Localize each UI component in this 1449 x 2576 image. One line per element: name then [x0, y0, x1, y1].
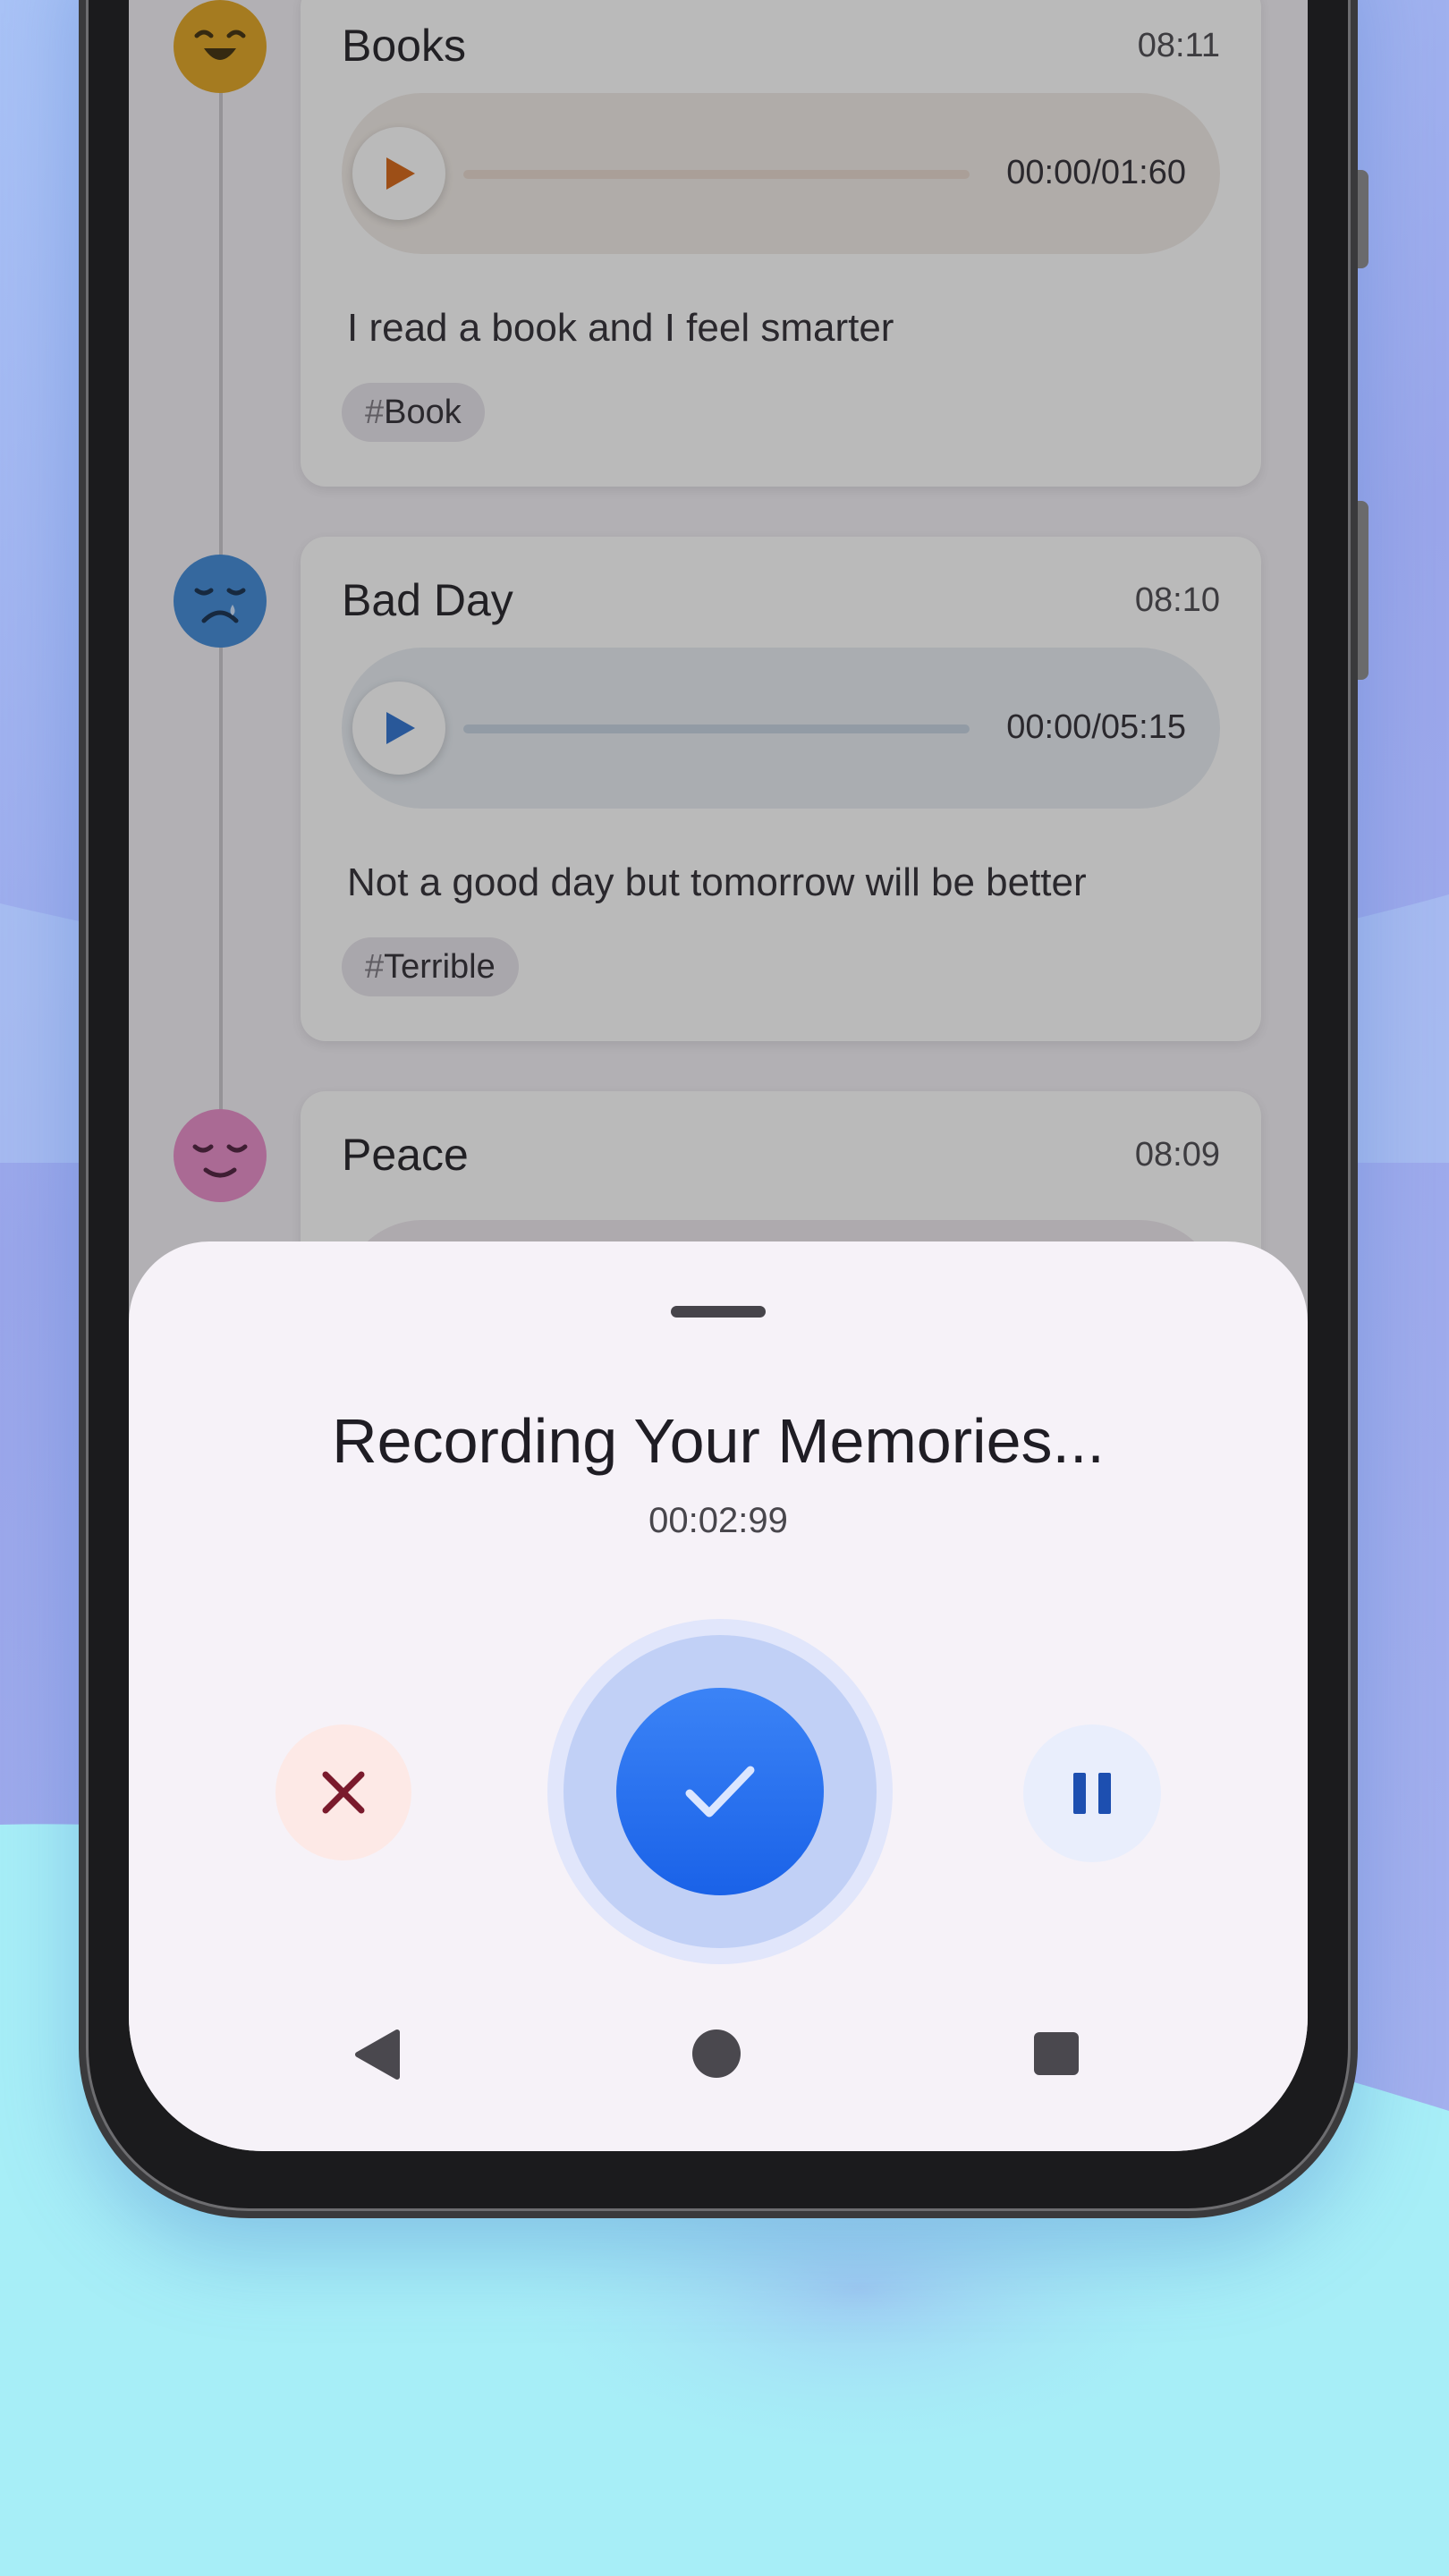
phone-side-button — [1358, 501, 1368, 680]
phone-side-button — [1358, 170, 1368, 268]
finish-recording-button[interactable] — [616, 1688, 824, 1895]
cancel-recording-button[interactable] — [275, 1724, 411, 1860]
recording-title: Recording Your Memories... — [332, 1406, 1105, 1476]
close-icon — [322, 1771, 365, 1814]
sheet-drag-handle[interactable] — [671, 1306, 766, 1318]
recording-bottom-sheet: Recording Your Memories... 00:02:99 — [129, 1241, 1308, 2151]
phone-screen: Books 08:11 00:00/01:60 I read a book an… — [129, 0, 1308, 2151]
recording-timer: 00:02:99 — [648, 1501, 788, 1540]
system-navigation-bar — [129, 2029, 1308, 2118]
pause-recording-button[interactable] — [1023, 1724, 1161, 1862]
back-triangle-icon[interactable] — [352, 2029, 401, 2080]
pause-icon — [1073, 1773, 1111, 1814]
checkmark-icon — [685, 1766, 755, 1818]
recents-square-icon[interactable] — [1034, 2032, 1079, 2075]
home-circle-icon[interactable] — [692, 2029, 741, 2078]
